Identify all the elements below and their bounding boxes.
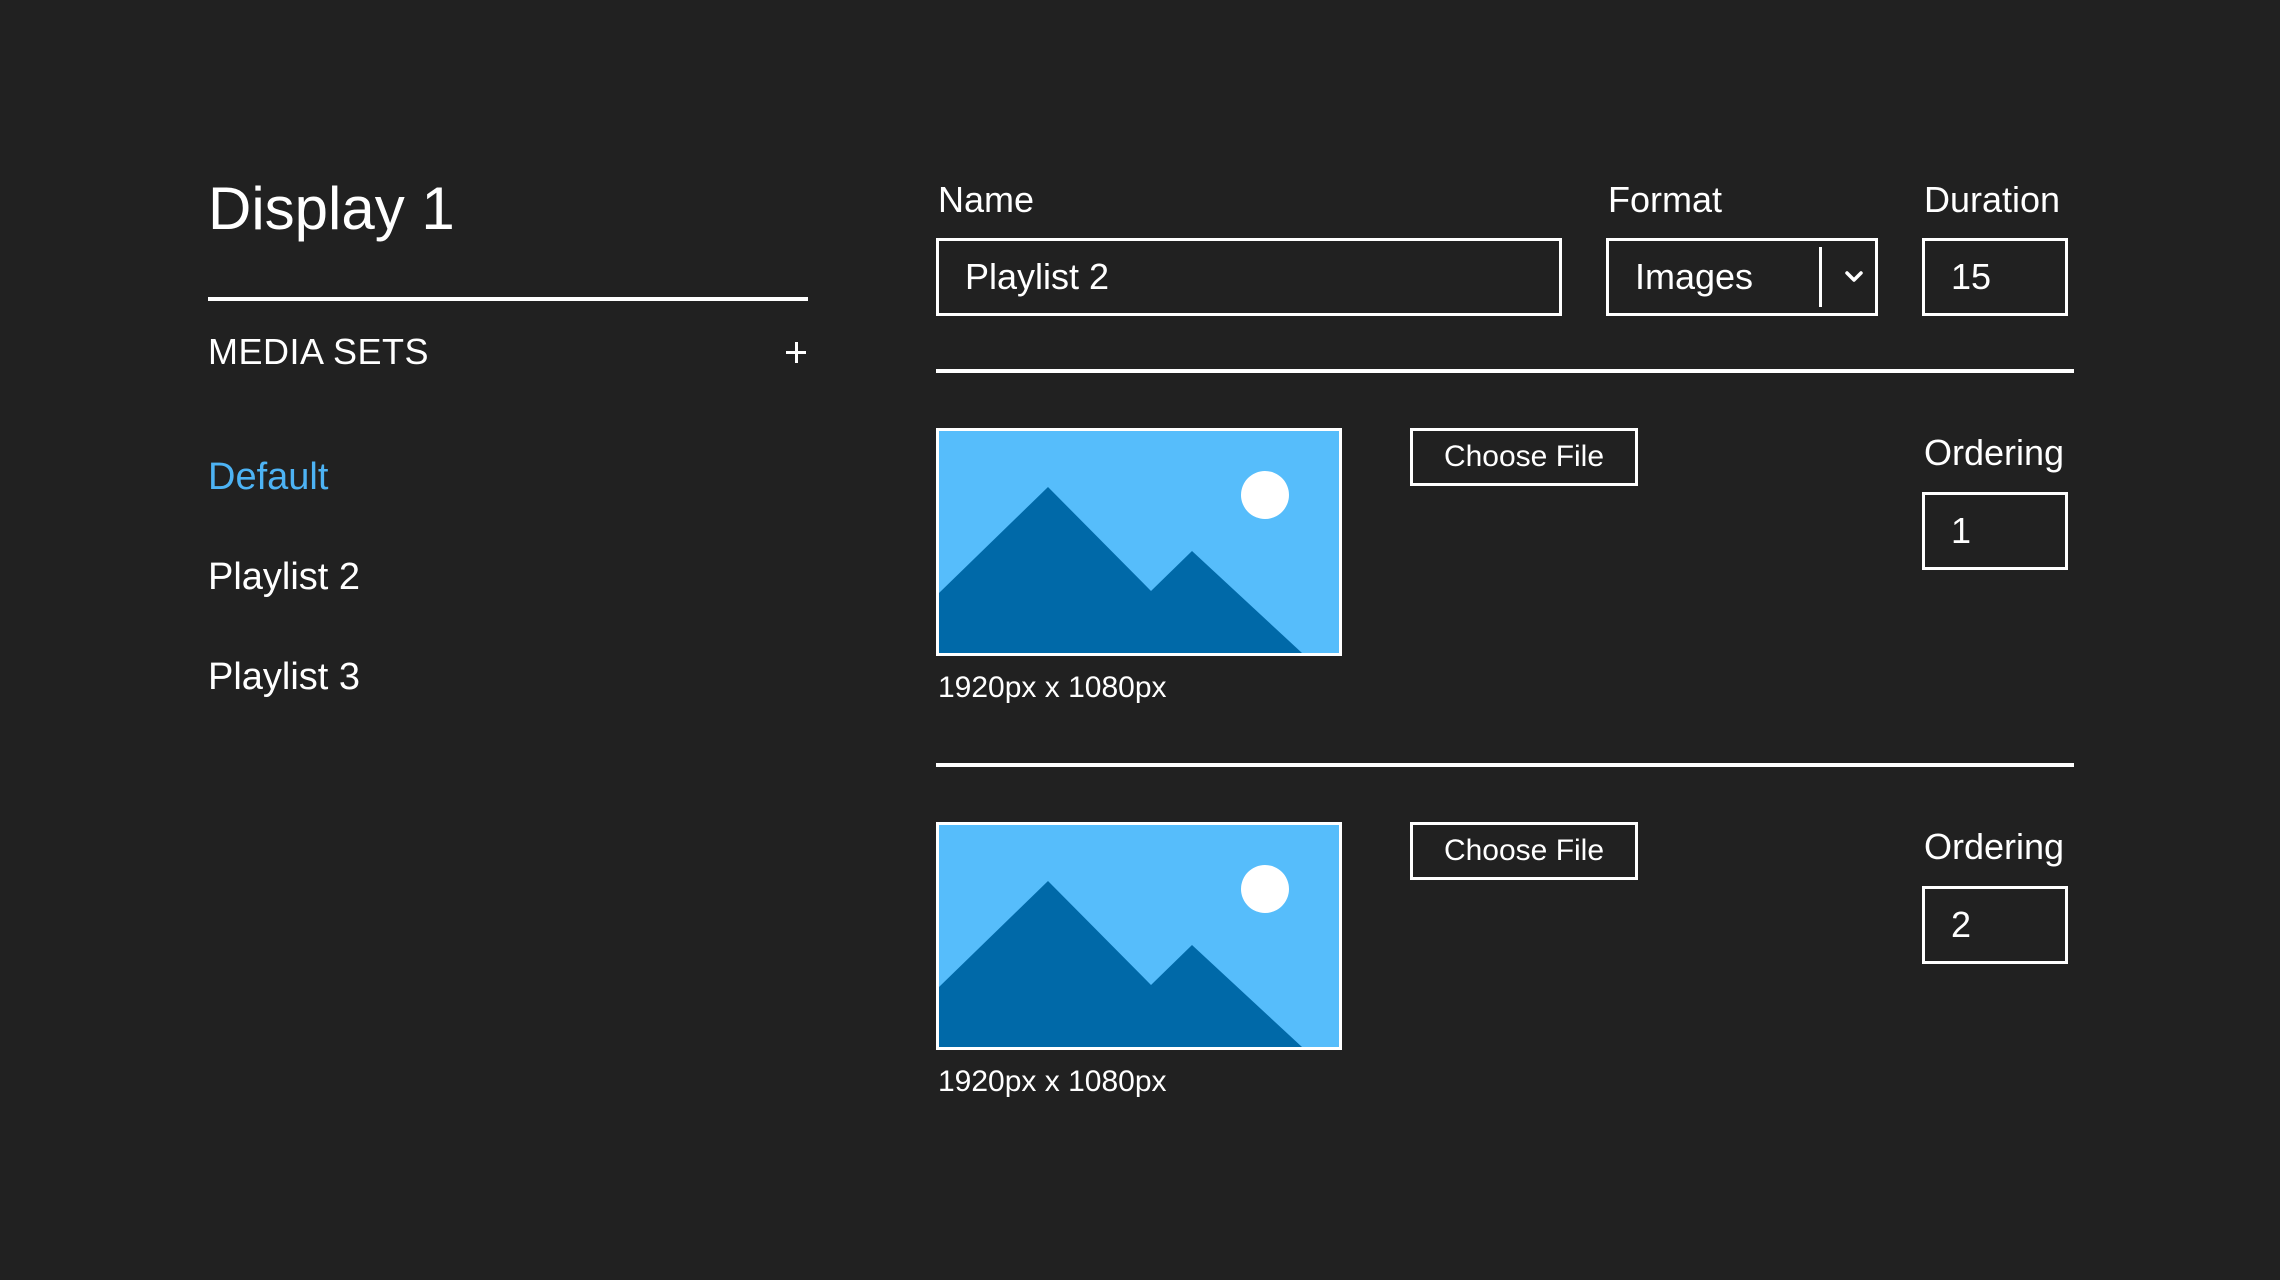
format-select[interactable]: Images <box>1606 238 1878 316</box>
sidebar-item-default[interactable]: Default <box>208 453 328 501</box>
sidebar-item-label: Playlist 2 <box>208 556 361 598</box>
choose-file-button-1[interactable]: Choose File <box>1410 428 1638 486</box>
format-label: Format <box>1608 179 1723 220</box>
media-sets-heading: MEDIA SETS <box>208 331 430 372</box>
ordering-label-2: Ordering <box>1924 826 2065 867</box>
duration-label: Duration <box>1924 179 2061 220</box>
image-placeholder-icon <box>939 865 1302 1047</box>
name-input-value: Playlist 2 <box>965 256 1110 297</box>
ordering-input-value-2: 2 <box>1951 904 1972 945</box>
ordering-input-1[interactable]: 1 <box>1922 492 2068 570</box>
page-title: Display 1 <box>208 175 455 242</box>
chevron-down-icon[interactable] <box>1831 241 1877 313</box>
image-placeholder-icon <box>939 471 1302 653</box>
form-divider <box>936 369 2074 373</box>
media-dimensions-2: 1920px x 1080px <box>938 1065 1167 1098</box>
media-dimensions-1: 1920px x 1080px <box>938 671 1167 704</box>
add-media-set-button[interactable] <box>778 330 814 374</box>
duration-input[interactable]: 15 <box>1922 238 2068 316</box>
media-thumbnail-2 <box>936 822 1342 1050</box>
sidebar-item-playlist-2[interactable]: Playlist 2 <box>208 553 360 601</box>
choose-file-button-2[interactable]: Choose File <box>1410 822 1638 880</box>
format-select-divider <box>1819 247 1822 307</box>
duration-input-value: 15 <box>1951 256 1992 297</box>
sidebar-item-label: Default <box>208 456 329 498</box>
sidebar-item-label: Playlist 3 <box>208 656 361 698</box>
media-divider <box>936 763 2074 767</box>
sidebar-divider <box>208 297 808 301</box>
name-label: Name <box>938 179 1035 220</box>
ordering-input-2[interactable]: 2 <box>1922 886 2068 964</box>
ordering-label-1: Ordering <box>1924 432 2065 473</box>
media-thumbnail-1 <box>936 428 1342 656</box>
name-input[interactable]: Playlist 2 <box>936 238 1562 316</box>
sidebar-item-playlist-3[interactable]: Playlist 3 <box>208 653 360 701</box>
format-select-value: Images <box>1635 256 1754 297</box>
ordering-input-value-1: 1 <box>1951 510 1972 551</box>
